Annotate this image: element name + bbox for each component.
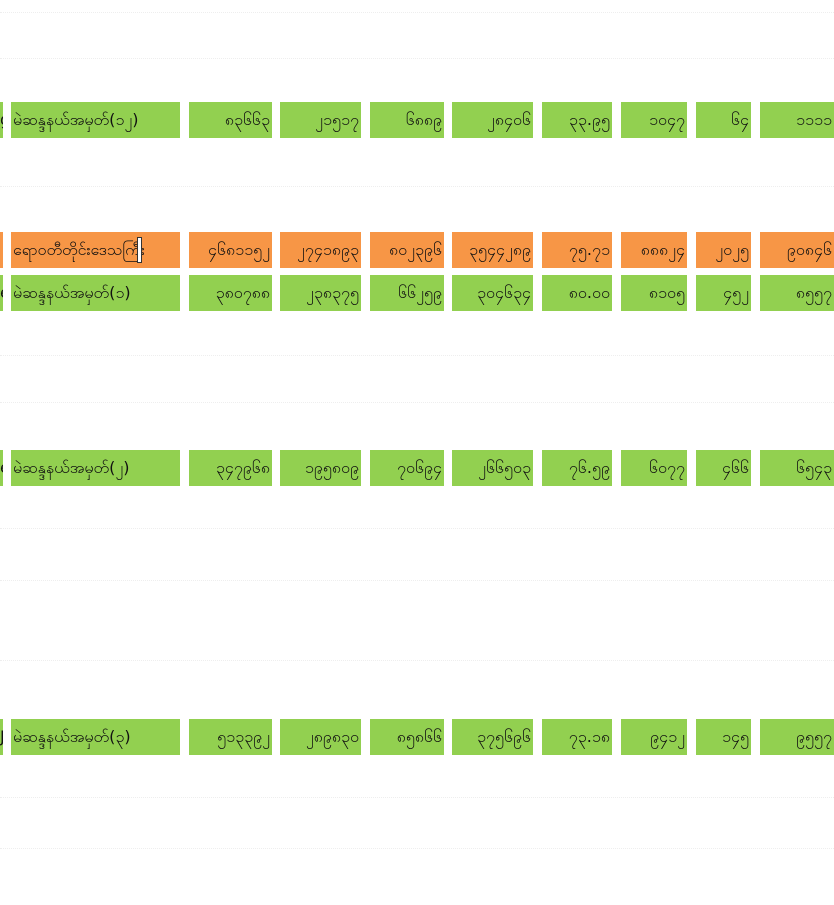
value-cell[interactable]: ၈၃၆၆၃ xyxy=(189,102,272,138)
table-row-region-total: ရောဝတီတိုင်းဒေသကြီး ၄၆၈၁၁၅၂ ၂၇၄၁၈၉၃ ၈၀၂၃… xyxy=(0,232,834,268)
value-cell[interactable]: ၆၆၂၅၉ xyxy=(370,275,444,311)
value-cell[interactable]: ၂၆၆၅၀၃ xyxy=(452,450,533,486)
text-cursor xyxy=(137,237,142,263)
spreadsheet-area: g မဲဆန္ဒနယ်အမှတ်(၁၂) ၈၃၆၆၃ ၂၁၅၁၇ ၆၈၈၉ ၂၈… xyxy=(0,0,834,905)
value-cell[interactable]: ၈၅၅၇ xyxy=(760,275,834,311)
gridline xyxy=(0,660,834,661)
value-cell[interactable]: ၄၆၈၁၁၅၂ xyxy=(189,232,272,268)
value-cell[interactable]: ၇၀၆၉၄ xyxy=(370,450,444,486)
gridline xyxy=(0,580,834,581)
value-cell[interactable]: ၆၄ xyxy=(696,102,751,138)
gridline xyxy=(0,528,834,529)
value-cell[interactable]: ၁၀၄၇ xyxy=(621,102,687,138)
constituency-label-cell[interactable]: မဲဆန္ဒနယ်အမှတ်(၂) xyxy=(11,450,180,486)
value-cell[interactable]: ၂၈၄၀၆ xyxy=(452,102,533,138)
value-cell[interactable]: ၆၈၈၉ xyxy=(370,102,444,138)
gridline xyxy=(0,402,834,403)
value-cell[interactable]: ၂၀၂၅ xyxy=(696,232,751,268)
value-cell[interactable]: ၃၄၇၉၆၈ xyxy=(189,450,272,486)
value-cell[interactable]: ၉၄၁၂ xyxy=(621,719,687,755)
gridline xyxy=(0,355,834,356)
value-cell[interactable]: ၄၅၂ xyxy=(696,275,751,311)
value-cell[interactable]: ၂၇၄၁၈၉၃ xyxy=(280,232,361,268)
value-cell[interactable]: ၉၀၈၄၆ xyxy=(760,232,834,268)
value-cell[interactable]: ၈၅၈၆၆ xyxy=(370,719,444,755)
value-cell[interactable]: ၆၅၄၃ xyxy=(760,450,834,486)
value-cell[interactable]: ၃၃.၉၅ xyxy=(542,102,612,138)
row-stub-cell[interactable]: e xyxy=(0,275,3,311)
value-cell[interactable]: ၉၅၅၇ xyxy=(760,719,834,755)
value-cell[interactable]: ၈၁၀၅ xyxy=(621,275,687,311)
value-cell[interactable]: ၁၉၅၈၀၉ xyxy=(280,450,361,486)
value-cell[interactable]: ၇၆.၅၉ xyxy=(542,450,612,486)
gridline xyxy=(0,58,834,59)
row-stub-cell[interactable]: e xyxy=(0,450,3,486)
table-row: e မဲဆန္ဒနယ်အမှတ်(၁) ၃၈၀၇၈၈ ၂၃၈၃၇၅ ၆၆၂၅၉ … xyxy=(0,275,834,311)
value-cell[interactable]: ၈၀၂၃၉၆ xyxy=(370,232,444,268)
gridline xyxy=(0,186,834,187)
value-cell[interactable]: ၁၄၅ xyxy=(696,719,751,755)
value-cell[interactable]: ၃၀၄၆၃၄ xyxy=(452,275,533,311)
value-cell[interactable]: ၂၃၈၃၇၅ xyxy=(280,275,361,311)
value-cell[interactable]: ၃၅၄၄၂၈၉ xyxy=(452,232,533,268)
value-cell[interactable]: ၄၆၆ xyxy=(696,450,751,486)
value-cell[interactable]: ၆၀၇၇ xyxy=(621,450,687,486)
table-row: g မဲဆန္ဒနယ်အမှတ်(၁၂) ၈၃၆၆၃ ၂၁၅၁၇ ၆၈၈၉ ၂၈… xyxy=(0,102,834,138)
value-cell[interactable]: ၅၁၃၃၉၂ xyxy=(189,719,272,755)
row-stub-cell[interactable] xyxy=(0,232,3,268)
constituency-label-cell[interactable]: မဲဆန္ဒနယ်အမှတ်(၃) xyxy=(11,719,180,755)
value-cell[interactable]: ၃၈၀၇၈၈ xyxy=(189,275,272,311)
region-label-cell[interactable]: ရောဝတီတိုင်းဒေသကြီး xyxy=(11,232,180,268)
value-cell[interactable]: ၃၇၅၆၉၆ xyxy=(452,719,533,755)
gridline xyxy=(0,848,834,849)
value-cell[interactable]: ၂၁၅၁၇ xyxy=(280,102,361,138)
value-cell[interactable]: ၈၀.၀၀ xyxy=(542,275,612,311)
constituency-label-cell[interactable]: မဲဆန္ဒနယ်အမှတ်(၁၂) xyxy=(11,102,180,138)
constituency-label-cell[interactable]: မဲဆန္ဒနယ်အမှတ်(၁) xyxy=(11,275,180,311)
table-row: e မဲဆန္ဒနယ်အမှတ်(၂) ၃၄၇၉၆၈ ၁၉၅၈၀၉ ၇၀၆၉၄ … xyxy=(0,450,834,486)
value-cell[interactable]: ၂၈၉၈၃၀ xyxy=(280,719,361,755)
value-cell[interactable]: ၈၈၈၂၄ xyxy=(621,232,687,268)
value-cell[interactable]: ၇၅.၇၁ xyxy=(542,232,612,268)
gridline xyxy=(0,797,834,798)
row-stub-cell[interactable]: J xyxy=(0,719,3,755)
value-cell[interactable]: ၁၁၁၁ xyxy=(760,102,834,138)
gridline xyxy=(0,12,834,13)
row-stub-cell[interactable]: g xyxy=(0,102,3,138)
value-cell[interactable]: ၇၃.၁၈ xyxy=(542,719,612,755)
table-row: J မဲဆန္ဒနယ်အမှတ်(၃) ၅၁၃၃၉၂ ၂၈၉၈၃၀ ၈၅၈၆၆ … xyxy=(0,719,834,755)
